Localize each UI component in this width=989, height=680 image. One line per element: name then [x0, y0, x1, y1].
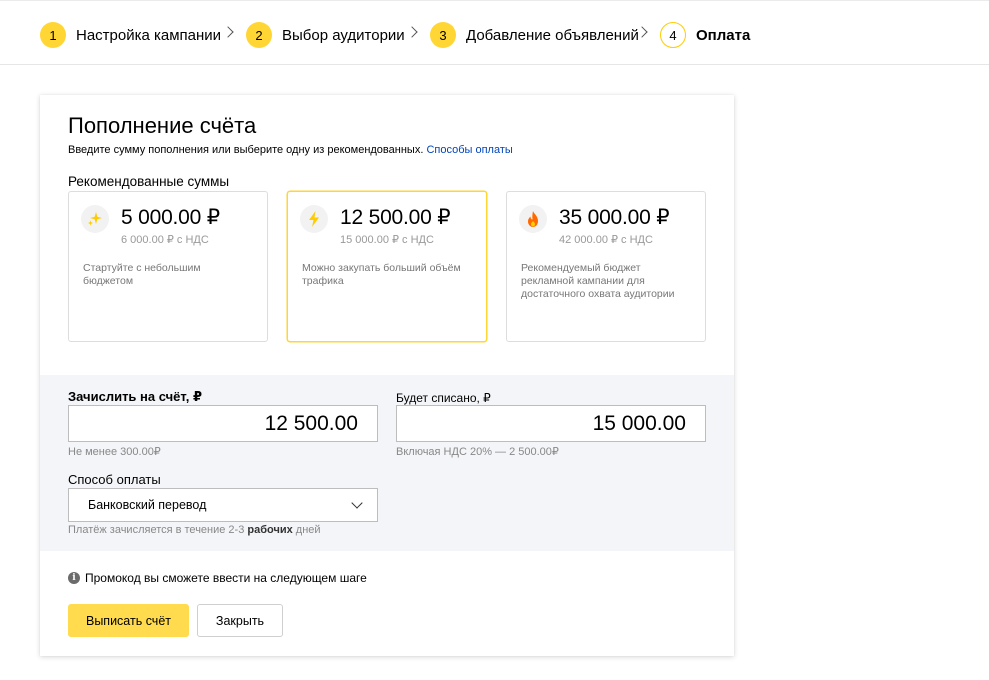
- option-vat: 42 000.00 ₽ с НДС: [559, 234, 653, 246]
- issue-invoice-button[interactable]: Выписать счёт: [68, 604, 189, 637]
- charge-hint: Включая НДС 20% — 2 500.00₽: [396, 446, 559, 458]
- promo-text: Промокод вы сможете ввести на следующем …: [85, 571, 367, 585]
- credit-hint: Не менее 300.00₽: [68, 446, 161, 458]
- payment-hint: Платёж зачисляется в течение 2-3 рабочих…: [68, 524, 321, 536]
- chevron-right-icon: [222, 26, 234, 38]
- info-icon: i: [68, 572, 80, 584]
- card-subtitle: Введите сумму пополнения или выберите од…: [68, 144, 513, 156]
- option-description: Можно закупать больший объём трафика: [302, 262, 461, 287]
- amount-option-12500[interactable]: 12 500.00 ₽ 15 000.00 ₽ с НДС Можно заку…: [287, 191, 487, 342]
- payment-hint-prefix: Платёж зачисляется в течение 2-3: [68, 524, 245, 536]
- step-number: 2: [246, 22, 272, 48]
- option-description: Рекомендуемый бюджет рекламной кампании …: [521, 262, 675, 300]
- step-campaign-settings[interactable]: 1 Настройка кампании: [40, 21, 221, 49]
- top-up-card: Пополнение счёта Введите сумму пополнени…: [40, 95, 734, 656]
- option-amount: 12 500.00 ₽: [340, 206, 451, 229]
- charge-label: Будет списано, ₽: [396, 391, 491, 405]
- charge-amount-input[interactable]: [396, 405, 706, 442]
- page-title: Пополнение счёта: [68, 113, 257, 138]
- step-payment: 4 Оплата: [660, 21, 750, 49]
- payment-form: Зачислить на счёт, ₽ Не менее 300.00₽ Бу…: [40, 375, 734, 551]
- option-vat: 6 000.00 ₽ с НДС: [121, 234, 209, 246]
- payment-method-select[interactable]: Банковский перевод: [68, 488, 378, 522]
- close-button[interactable]: Закрыть: [197, 604, 283, 637]
- fire-icon: [519, 205, 547, 233]
- payment-hint-bold: рабочих: [247, 524, 293, 536]
- step-number: 3: [430, 22, 456, 48]
- credit-label: Зачислить на счёт, ₽: [68, 389, 203, 404]
- option-amount: 5 000.00 ₽: [121, 206, 220, 229]
- step-label: Выбор аудитории: [282, 26, 405, 44]
- amount-option-35000[interactable]: 35 000.00 ₽ 42 000.00 ₽ с НДС Рекомендуе…: [506, 191, 706, 342]
- payment-hint-suffix: дней: [295, 524, 321, 536]
- step-number: 1: [40, 22, 66, 48]
- recommended-title: Рекомендованные суммы: [68, 174, 230, 189]
- stepper: 1 Настройка кампании 2 Выбор аудитории 3…: [0, 0, 989, 65]
- payment-method-label: Способ оплаты: [68, 472, 161, 487]
- step-label: Добавление объявлений: [466, 26, 639, 44]
- step-ads[interactable]: 3 Добавление объявлений: [430, 21, 639, 49]
- option-amount: 35 000.00 ₽: [559, 206, 670, 229]
- step-label: Оплата: [696, 26, 751, 44]
- payment-methods-link[interactable]: Способы оплаты: [426, 144, 512, 156]
- sparkles-icon: [81, 205, 109, 233]
- option-vat: 15 000.00 ₽ с НДС: [340, 234, 434, 246]
- lightning-icon: [300, 205, 328, 233]
- chevron-down-icon: [351, 497, 363, 509]
- credit-amount-input[interactable]: [68, 405, 378, 442]
- payment-method-value: Банковский перевод: [88, 498, 207, 512]
- subtitle-text: Введите сумму пополнения или выберите од…: [68, 144, 424, 156]
- option-description: Стартуйте с небольшим бюджетом: [83, 262, 201, 287]
- step-audience[interactable]: 2 Выбор аудитории: [246, 21, 405, 49]
- promo-note: i Промокод вы сможете ввести на следующе…: [68, 571, 367, 585]
- step-number: 4: [660, 22, 686, 48]
- amount-option-5000[interactable]: 5 000.00 ₽ 6 000.00 ₽ с НДС Стартуйте с …: [68, 191, 268, 342]
- step-label: Настройка кампании: [76, 26, 222, 44]
- chevron-right-icon: [406, 26, 418, 38]
